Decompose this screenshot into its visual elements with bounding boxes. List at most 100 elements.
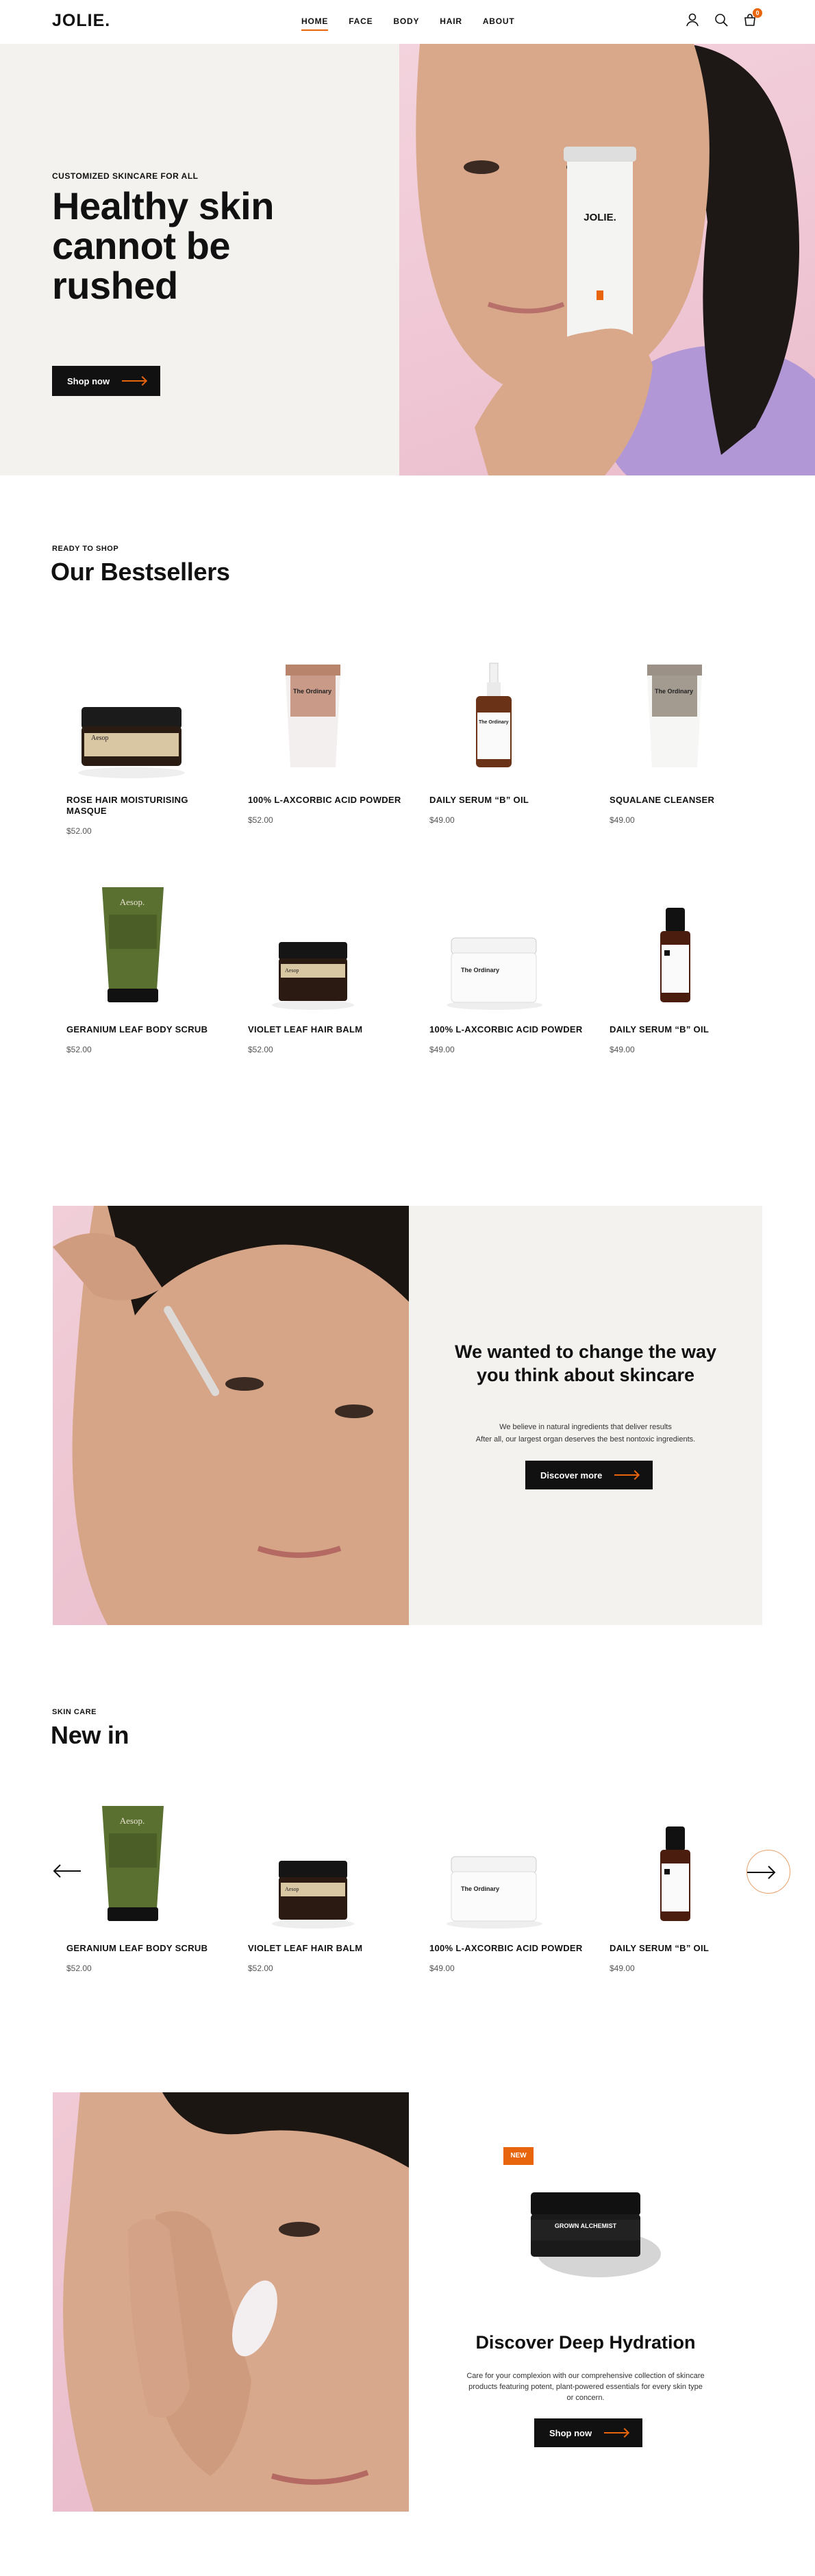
product-price: $49.00 <box>429 1045 455 1054</box>
product-image: Aesop. <box>66 1806 224 1936</box>
product-image: The Ordinary <box>429 887 587 1017</box>
nav-about[interactable]: ABOUT <box>483 16 515 26</box>
nav-body[interactable]: BODY <box>393 16 419 26</box>
feature-image <box>53 2092 409 2512</box>
featured-product-image[interactable]: GROWN ALCHEMIST <box>503 2151 668 2295</box>
bestsellers-eyebrow: READY TO SHOP <box>52 545 119 553</box>
product-price: $49.00 <box>610 1964 635 1973</box>
product-name[interactable]: DAILY SERUM “B” OIL <box>610 1024 767 1035</box>
product-name[interactable]: 100% L-AXCORBIC ACID POWDER <box>429 1024 587 1035</box>
hero-eyebrow: CUSTOMIZED SKINCARE FOR ALL <box>52 171 199 181</box>
product-card[interactable]: The Ordinary DAILY SERUM “B” OIL $49.00 <box>429 658 587 825</box>
product-name[interactable]: 100% L-AXCORBIC ACID POWDER <box>248 795 405 806</box>
product-brand-label: Aesop <box>91 734 109 742</box>
product-card[interactable]: Aesop. GERANIUM LEAF BODY SCRUB $52.00 <box>66 887 224 1054</box>
nav-hair[interactable]: HAIR <box>440 16 462 26</box>
product-price: $52.00 <box>248 1964 273 1973</box>
product-card[interactable]: The Ordinary 100% L-AXCORBIC ACID POWDER… <box>429 887 587 1054</box>
product-brand-label: Aesop <box>285 1886 299 1892</box>
hero-image: JOLIE. <box>399 44 815 475</box>
product-card[interactable]: Aesop VIOLET LEAF HAIR BALM $52.00 <box>248 1806 405 1973</box>
product-image: Aesop <box>66 658 224 788</box>
product-image: The Ordinary <box>429 1806 587 1936</box>
product-image: Aesop. <box>66 887 224 1017</box>
hero-section: CUSTOMIZED SKINCARE FOR ALL Healthy skin… <box>0 44 815 475</box>
bestsellers-title: Our Bestsellers <box>51 558 230 586</box>
promo-title: We wanted to change the way you think ab… <box>454 1341 717 1385</box>
user-icon[interactable] <box>685 12 700 27</box>
jar-label: GROWN ALCHEMIST <box>555 2222 617 2229</box>
product-price: $49.00 <box>429 1964 455 1973</box>
product-brand-label: The Ordinary <box>461 1885 499 1892</box>
product-price: $49.00 <box>610 815 635 825</box>
new-in-eyebrow: SKIN CARE <box>52 1708 97 1716</box>
product-brand-label: The Ordinary <box>293 688 331 695</box>
product-name[interactable]: GERANIUM LEAF BODY SCRUB <box>66 1024 224 1035</box>
new-badge: NEW <box>503 2147 534 2165</box>
product-card[interactable]: Aesop. GERANIUM LEAF BODY SCRUB $52.00 <box>66 1806 224 1973</box>
product-name[interactable]: DAILY SERUM “B” OIL <box>429 795 587 806</box>
product-card[interactable]: Aesop VIOLET LEAF HAIR BALM $52.00 <box>248 887 405 1054</box>
product-brand-label: The Ordinary <box>479 720 509 725</box>
discover-more-button[interactable]: Discover more <box>525 1461 653 1489</box>
new-in-title: New in <box>51 1721 129 1749</box>
product-name[interactable]: VIOLET LEAF HAIR BALM <box>248 1024 405 1035</box>
cart-icon[interactable]: 0 <box>742 8 762 27</box>
product-image: The Ordinary <box>248 658 405 788</box>
product-name[interactable]: DAILY SERUM “B” OIL <box>610 1943 767 1954</box>
promo-text: We believe in natural ingredients that d… <box>450 1421 721 1446</box>
feature-shop-now-label: Shop now <box>549 2427 592 2438</box>
feature-text: Care for your complexion with our compre… <box>466 2372 705 2402</box>
arrow-right-icon <box>122 380 146 382</box>
product-card[interactable]: The Ordinary 100% L-AXCORBIC ACID POWDER… <box>429 1806 587 1973</box>
arrow-right-icon <box>614 1474 638 1476</box>
product-brand-label: The Ordinary <box>461 967 499 974</box>
arrow-right-icon <box>604 2432 628 2433</box>
product-price: $52.00 <box>248 815 273 825</box>
product-name[interactable]: GERANIUM LEAF BODY SCRUB <box>66 1943 224 1954</box>
product-price: $52.00 <box>66 1964 92 1973</box>
product-brand-label: The Ordinary <box>655 688 693 695</box>
nav-home[interactable]: HOME <box>301 16 329 31</box>
tube-label: JOLIE. <box>584 212 616 223</box>
product-card[interactable]: DAILY SERUM “B” OIL $49.00 <box>610 1806 767 1973</box>
main-nav: HOME FACE BODY HAIR ABOUT <box>301 16 515 31</box>
product-brand-label: Aesop <box>285 967 299 974</box>
shop-now-label: Shop now <box>67 375 110 386</box>
product-price: $52.00 <box>248 1045 273 1054</box>
product-name[interactable]: VIOLET LEAF HAIR BALM <box>248 1943 405 1954</box>
product-name[interactable]: SQUALANE CLEANSER <box>610 795 767 806</box>
shop-now-button[interactable]: Shop now <box>52 366 161 396</box>
hero-title: Healthy skin cannot be rushed <box>52 184 274 307</box>
product-price: $52.00 <box>66 1045 92 1054</box>
product-card[interactable]: The Ordinary SQUALANE CLEANSER $49.00 <box>610 658 767 825</box>
promo-panel: We wanted to change the way you think ab… <box>409 1206 762 1625</box>
header-actions: 0 <box>685 8 762 27</box>
search-icon[interactable] <box>714 12 729 27</box>
product-image: Aesop <box>248 887 405 1017</box>
logo[interactable]: JOLIE. <box>52 11 110 31</box>
promo-text-line: We believe in natural ingredients that d… <box>499 1423 672 1431</box>
feature-shop-now-button[interactable]: Shop now <box>534 2418 643 2447</box>
product-card[interactable]: Aesop ROSE HAIR MOISTURISING MASQUE $52.… <box>66 658 224 836</box>
product-brand-label: Aesop. <box>120 897 145 907</box>
product-card[interactable]: The Ordinary 100% L-AXCORBIC ACID POWDER… <box>248 658 405 825</box>
site-header: JOLIE. HOME FACE BODY HAIR ABOUT 0 <box>0 0 815 44</box>
product-brand-label: Aesop. <box>120 1816 145 1826</box>
product-image: Aesop <box>248 1806 405 1936</box>
feature-title: Discover Deep Hydration <box>475 2332 696 2353</box>
product-card[interactable]: DAILY SERUM “B” OIL $49.00 <box>610 887 767 1054</box>
product-name[interactable]: 100% L-AXCORBIC ACID POWDER <box>429 1943 587 1954</box>
discover-more-label: Discover more <box>540 1470 603 1481</box>
product-name[interactable]: ROSE HAIR MOISTURISING MASQUE <box>66 795 224 817</box>
product-image <box>610 887 767 1017</box>
nav-face[interactable]: FACE <box>349 16 373 26</box>
product-price: $49.00 <box>429 815 455 825</box>
product-image <box>610 1806 767 1936</box>
cart-count-badge: 0 <box>753 8 762 18</box>
product-price: $52.00 <box>66 826 92 836</box>
product-image: The Ordinary <box>610 658 767 788</box>
promo-text-line: After all, our largest organ deserves th… <box>475 1435 696 1444</box>
product-price: $49.00 <box>610 1045 635 1054</box>
product-image: The Ordinary <box>429 658 587 788</box>
